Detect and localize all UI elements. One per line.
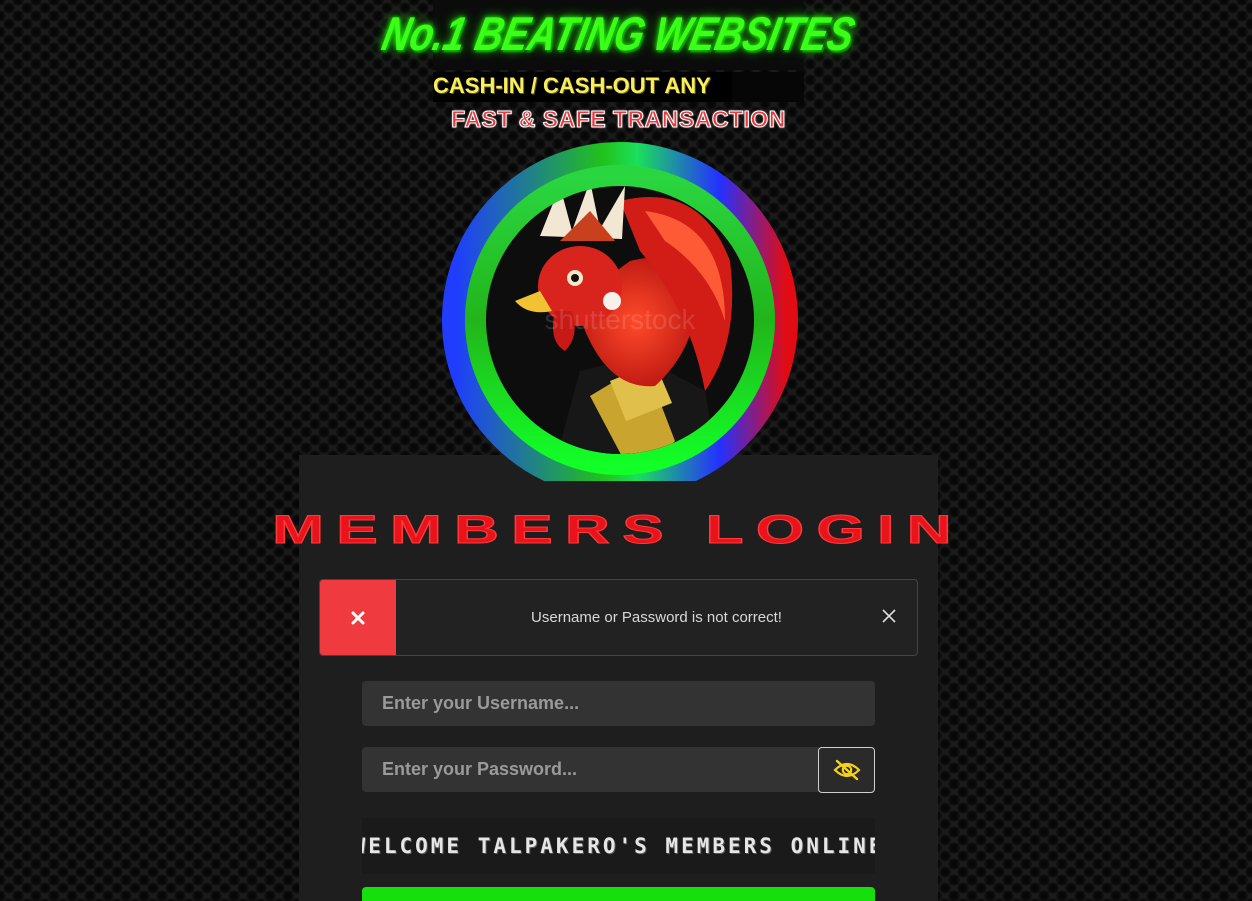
eye-slash-icon [832,759,861,781]
welcome-marquee: WELCOME TALPAKERO'S MEMBERS ONLINE [362,818,875,874]
error-alert: Username or Password is not correct! [319,579,918,656]
password-input[interactable] [362,747,819,792]
error-x-icon [351,611,365,624]
alert-message: Username or Password is not correct! [531,609,782,626]
page-title: MEMBERS LOGIN [272,508,953,553]
promo-banner: No.1 BEATING WEBSITES CASH-IN / CASH-OUT… [378,0,859,134]
toggle-password-button[interactable] [818,747,875,793]
close-icon-glyph [882,609,896,623]
alert-icon-box [320,580,396,655]
banner-headline: No.1 BEATING WEBSITES [378,8,860,61]
banner-safe-line: FAST & SAFE TRANSACTION [451,105,786,132]
username-input[interactable] [362,681,875,726]
marquee-text: WELCOME TALPAKERO'S MEMBERS ONLINE [362,834,875,858]
banner-cash-strip: CASH-IN / CASH-OUT ANY [433,72,804,102]
close-icon[interactable] [879,608,899,628]
rooster-mascot-icon: shutterstock [442,142,798,481]
banner-cash-line: CASH-IN / CASH-OUT ANY [433,73,711,98]
banner-cash-mask [732,72,804,102]
logo-watermark: shutterstock [545,304,697,335]
banner-headline-strip: No.1 BEATING WEBSITES [378,0,859,70]
members-login-title: MEMBERS LOGIN [272,508,965,553]
banner-safe-strip: FAST & SAFE TRANSACTION [433,104,804,134]
login-button[interactable] [362,887,875,901]
